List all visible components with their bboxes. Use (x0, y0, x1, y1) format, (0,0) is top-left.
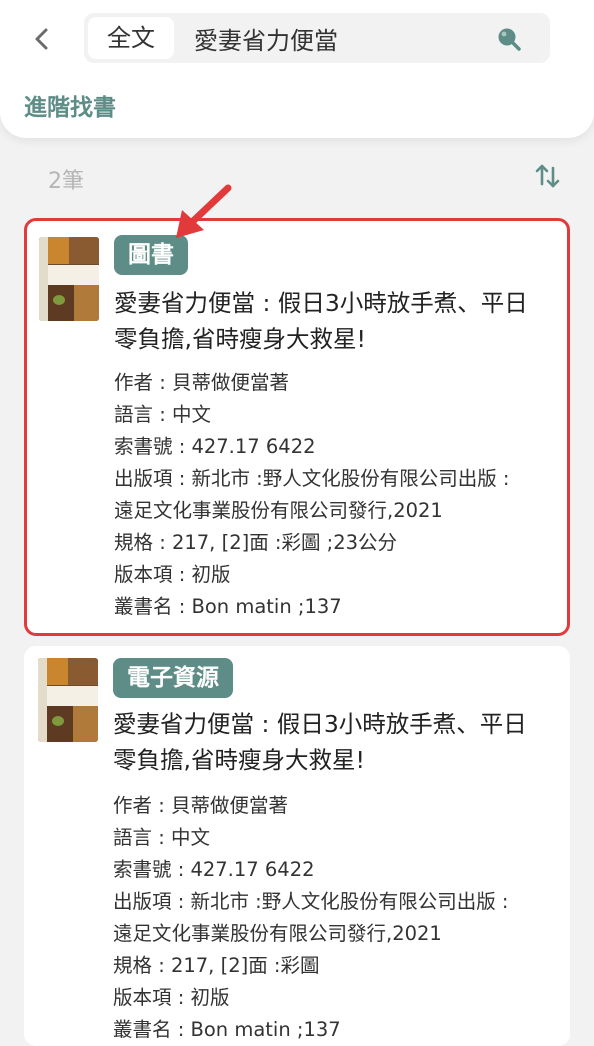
call-number-line: 索書號 : 427.17 6422 (114, 435, 316, 458)
book-metadata: 作者 : 貝蒂做便當著 語言 : 中文 索書號 : 427.17 6422 出版… (114, 367, 569, 623)
series-line: 叢書名 : Bon matin ;137 (114, 595, 342, 618)
edition-line: 版本項 : 初版 (114, 563, 231, 586)
type-badge: 電子資源 (113, 658, 233, 698)
author-line: 作者 : 貝蒂做便當著 (114, 371, 289, 394)
edition-line: 版本項 : 初版 (113, 986, 230, 1009)
language-line: 語言 : 中文 (113, 826, 210, 849)
book-title-line: 愛妻省力便當 : 假日3小時放手煮、平日 (113, 710, 527, 738)
search-scope-dropdown[interactable]: 全文 (88, 17, 174, 59)
author-line: 作者 : 貝蒂做便當著 (113, 794, 288, 817)
book-title-line: 愛妻省力便當 : 假日3小時放手煮、平日 (114, 289, 528, 317)
publication-line: 出版項 : 新北市 :野人文化股份有限公司出版 : (113, 890, 509, 913)
publication-line-cont: 遠足文化事業股份有限公司發行,2021 (113, 922, 442, 945)
result-card[interactable]: 電子資源 愛妻省力便當 : 假日3小時放手煮、平日 零負擔,省時瘦身大救星! 作… (24, 646, 570, 1046)
search-input[interactable] (194, 13, 474, 63)
series-line: 叢書名 : Bon matin ;137 (113, 1018, 341, 1041)
publication-line: 出版項 : 新北市 :野人文化股份有限公司出版 : (114, 467, 510, 490)
chevron-left-icon (35, 28, 48, 50)
search-button[interactable] (494, 24, 524, 54)
sort-arrows-icon (535, 164, 560, 188)
publication-line-cont: 遠足文化事業股份有限公司發行,2021 (114, 499, 443, 522)
result-card[interactable]: 圖書 愛妻省力便當 : 假日3小時放手煮、平日 零負擔,省時瘦身大救星! 作者 … (24, 218, 570, 636)
search-icon (498, 28, 521, 51)
format-line: 規格 : 217, [2]面 :彩圖 (113, 954, 320, 977)
back-button[interactable] (28, 24, 58, 54)
format-line: 規格 : 217, [2]面 :彩圖 ;23公分 (114, 531, 398, 554)
book-cover-thumbnail (39, 237, 99, 321)
type-badge: 圖書 (114, 235, 188, 275)
language-line: 語言 : 中文 (114, 403, 211, 426)
book-title-line: 零負擔,省時瘦身大救星! (113, 746, 365, 774)
book-title[interactable]: 愛妻省力便當 : 假日3小時放手煮、平日 零負擔,省時瘦身大救星! (114, 285, 564, 357)
book-metadata: 作者 : 貝蒂做便當著 語言 : 中文 索書號 : 427.17 6422 出版… (113, 790, 568, 1046)
sort-button[interactable] (532, 160, 564, 192)
search-bar: 全文 (84, 13, 550, 63)
top-bar: 全文 進階找書 (0, 0, 594, 138)
result-count: 2筆 (48, 169, 84, 194)
book-title[interactable]: 愛妻省力便當 : 假日3小時放手煮、平日 零負擔,省時瘦身大救星! (113, 706, 563, 778)
book-cover-thumbnail (38, 658, 98, 742)
call-number-line: 索書號 : 427.17 6422 (113, 858, 315, 881)
book-title-line: 零負擔,省時瘦身大救星! (114, 325, 366, 353)
advanced-search-link[interactable]: 進階找書 (24, 88, 116, 122)
